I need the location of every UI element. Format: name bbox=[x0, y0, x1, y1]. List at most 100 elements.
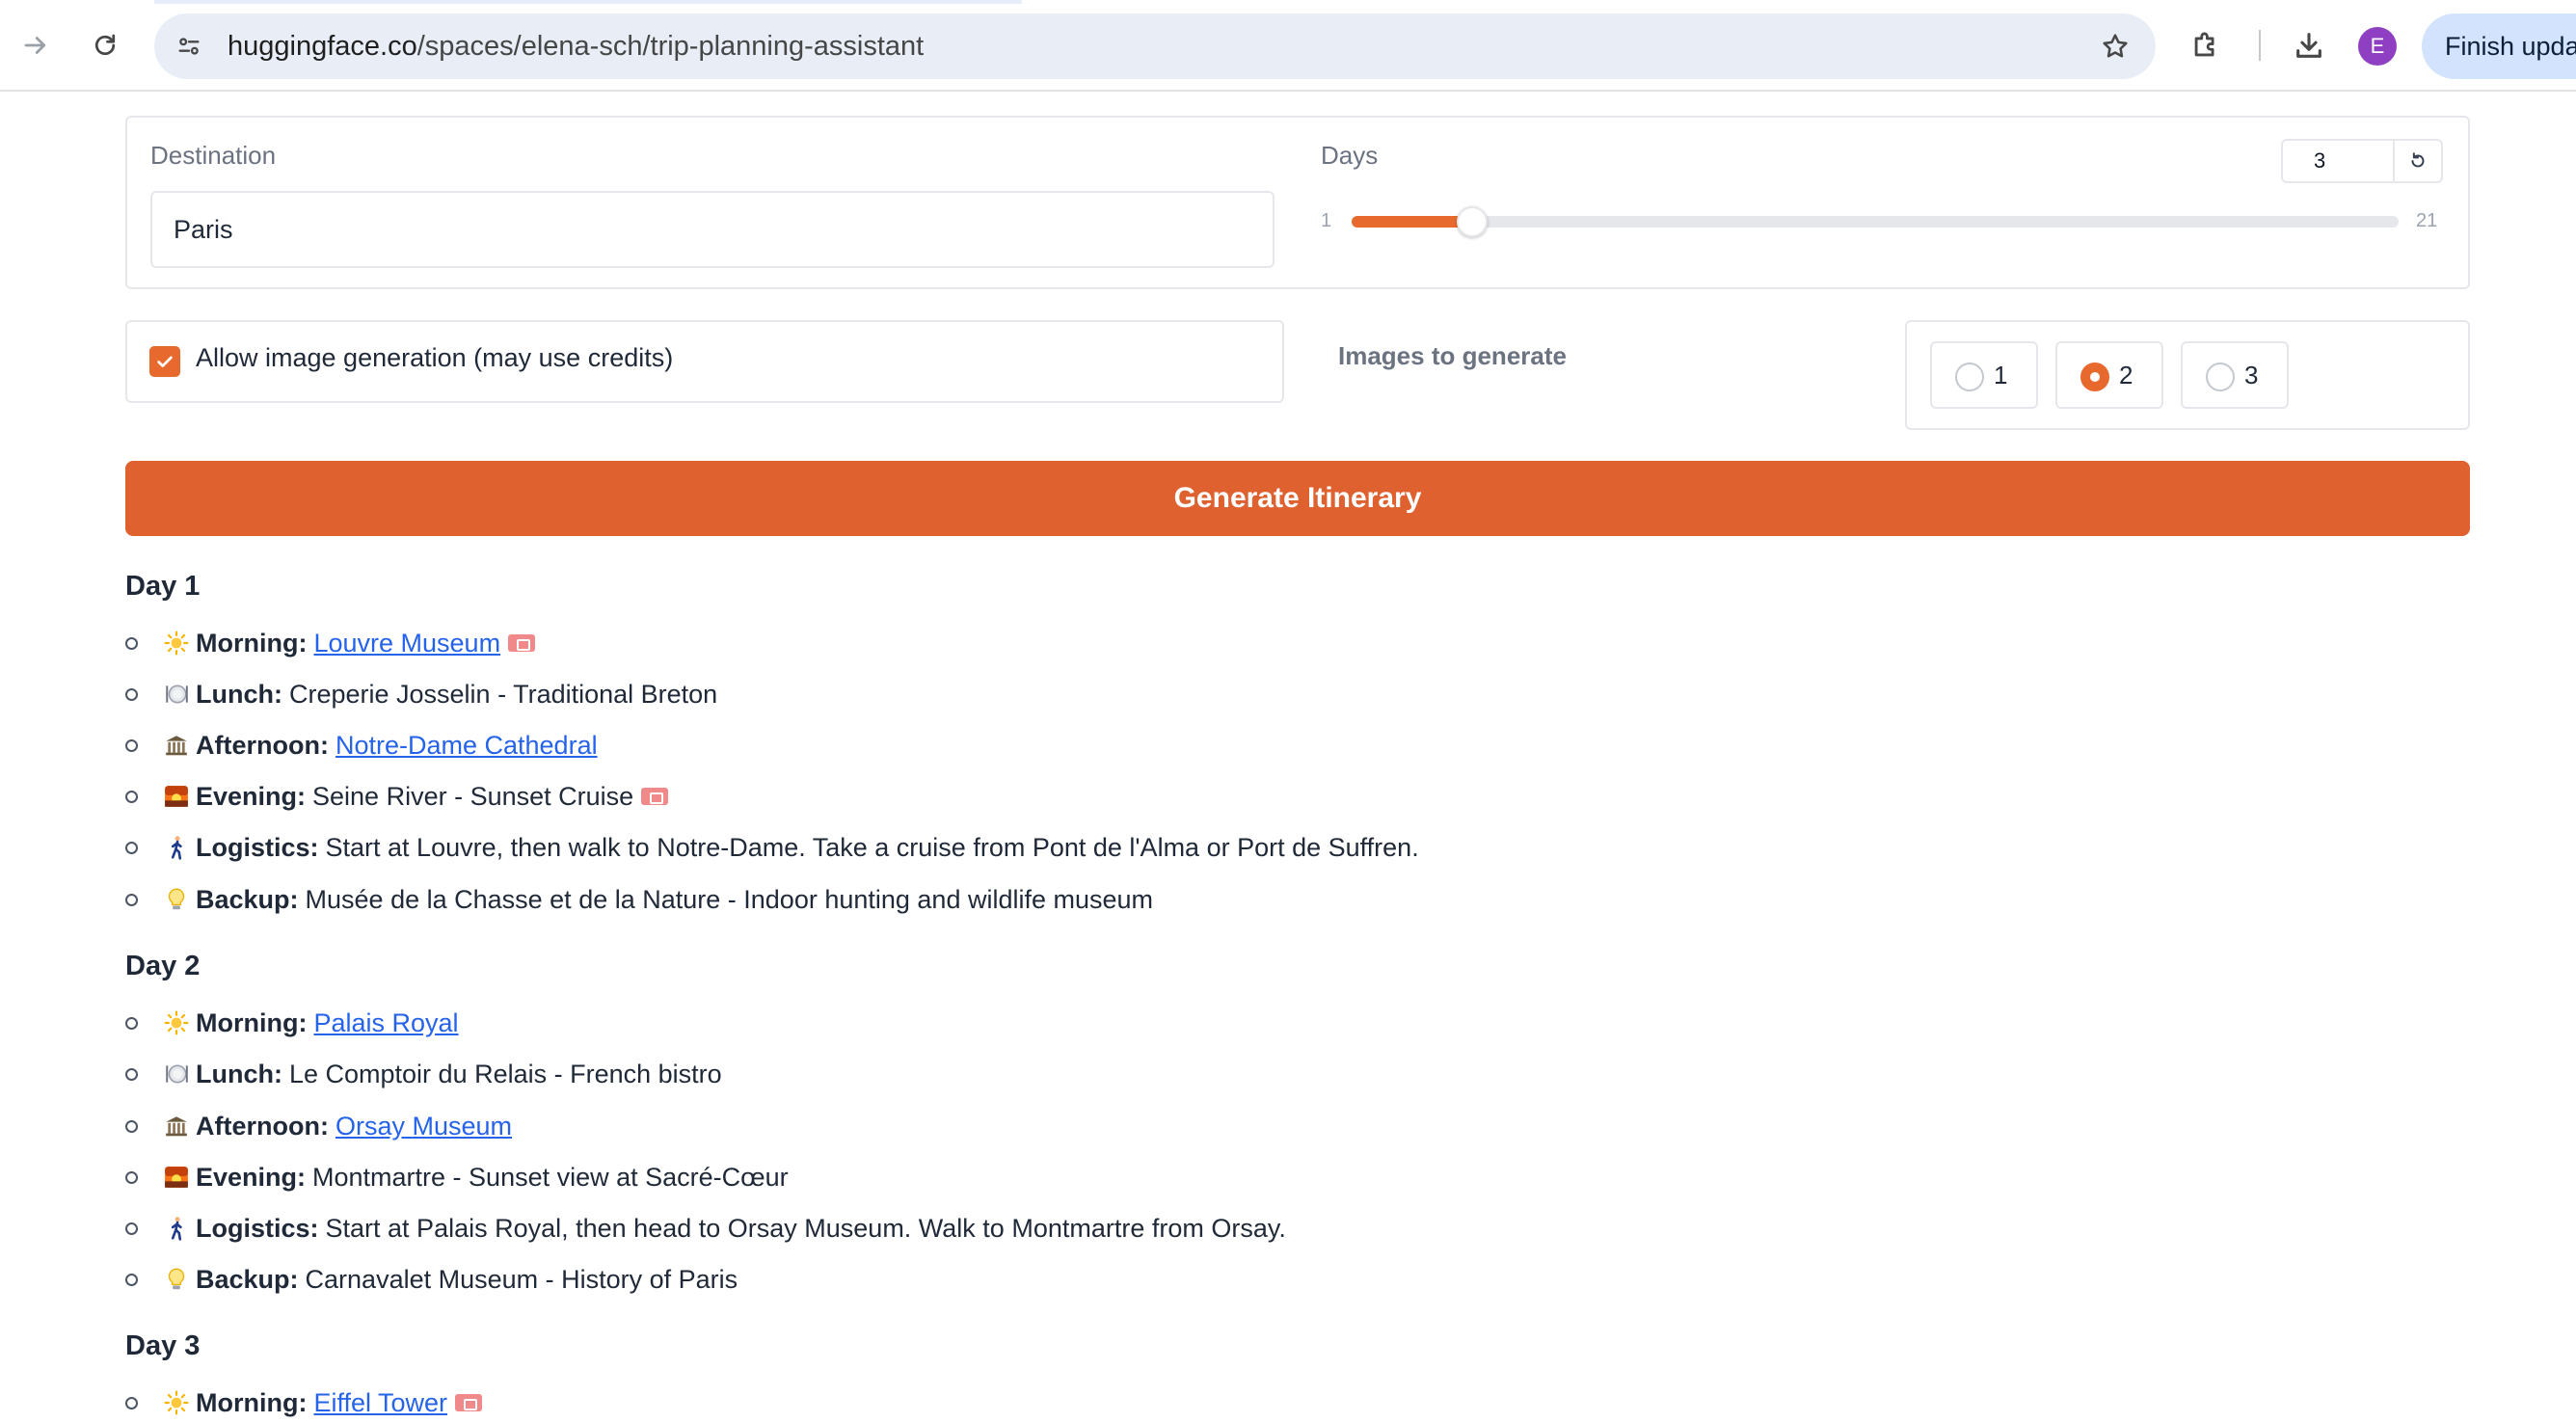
forward-button[interactable] bbox=[12, 21, 60, 69]
walking-icon bbox=[163, 834, 190, 861]
plate-icon bbox=[163, 681, 190, 708]
radio-dot bbox=[1955, 362, 1984, 391]
days-label: Days bbox=[1321, 141, 1379, 170]
ticket-icon bbox=[455, 1394, 483, 1411]
item-text: Start at Louvre, then walk to Notre-Dame… bbox=[325, 832, 1419, 862]
reload-icon bbox=[94, 34, 116, 56]
radio-label: 3 bbox=[2244, 361, 2259, 389]
bullet bbox=[125, 1396, 138, 1410]
radio-option-3[interactable]: 3 bbox=[2181, 341, 2289, 409]
sunset-icon bbox=[163, 1164, 190, 1191]
list-item: Afternoon: Notre-Dame Cathedral bbox=[125, 726, 598, 765]
list-item: Morning: Louvre Museum bbox=[125, 624, 536, 662]
item-label: Afternoon: bbox=[196, 730, 329, 760]
days-slider[interactable] bbox=[1352, 206, 2399, 237]
radio-option-2[interactable]: 2 bbox=[2055, 341, 2163, 409]
reload-button[interactable] bbox=[81, 21, 129, 69]
ticket-icon bbox=[641, 788, 669, 805]
item-label: Lunch: bbox=[196, 1059, 282, 1088]
bullet bbox=[125, 1222, 138, 1235]
allow-images-label[interactable]: Allow image generation (may use credits) bbox=[196, 343, 673, 373]
bullet bbox=[125, 790, 138, 803]
forward-arrow-icon bbox=[24, 37, 46, 54]
item-label: Logistics: bbox=[196, 1213, 319, 1243]
list-item: Evening: Montmartre - Sunset view at Sac… bbox=[125, 1158, 789, 1196]
item-text: Montmartre - Sunset view at Sacré-Cœur bbox=[312, 1162, 789, 1192]
list-item: Morning: Palais Royal bbox=[125, 1004, 459, 1042]
reset-icon bbox=[2411, 152, 2425, 168]
radio-dot bbox=[2206, 362, 2235, 391]
days-slider-min: 1 bbox=[1321, 210, 1332, 231]
day-heading: Day 2 bbox=[125, 951, 201, 981]
sun-icon bbox=[163, 630, 190, 657]
item-text: Creperie Josselin - Traditional Breton bbox=[288, 679, 718, 709]
days-reset-button[interactable] bbox=[2393, 139, 2443, 183]
item-text: Carnavalet Museum - History of Paris bbox=[305, 1264, 738, 1294]
bullet bbox=[125, 841, 138, 854]
bullet bbox=[125, 636, 138, 650]
address-bar[interactable]: huggingface.co/spaces/elena-sch/trip-pla… bbox=[154, 13, 2156, 79]
place-link[interactable]: Palais Royal bbox=[313, 1008, 458, 1038]
place-link[interactable]: Eiffel Tower bbox=[313, 1388, 447, 1418]
list-item: Logistics: Start at Louvre, then walk to… bbox=[125, 828, 1419, 867]
list-item: Lunch: Le Comptoir du Relais - French bi… bbox=[125, 1055, 722, 1093]
days-slider-thumb[interactable] bbox=[1456, 206, 1488, 237]
destination-input[interactable]: Paris bbox=[150, 191, 1275, 268]
radio-label: 2 bbox=[2119, 361, 2133, 389]
checkmark-icon bbox=[157, 356, 173, 367]
item-label: Evening: bbox=[196, 781, 307, 811]
list-item: Morning: Eiffel Tower bbox=[125, 1383, 483, 1422]
item-label: Morning: bbox=[196, 1007, 308, 1037]
radio-option-1[interactable]: 1 bbox=[1930, 341, 2038, 409]
walking-icon bbox=[163, 1215, 190, 1242]
active-tab-indicator bbox=[154, 0, 1022, 4]
item-label: Morning: bbox=[196, 1387, 308, 1417]
bullet bbox=[125, 1119, 138, 1133]
days-slider-max: 21 bbox=[2416, 210, 2438, 231]
bullet bbox=[125, 687, 138, 701]
item-text: Start at Palais Royal, then head to Orsa… bbox=[325, 1213, 1286, 1243]
list-item: Logistics: Start at Palais Royal, then h… bbox=[125, 1209, 1286, 1248]
list-item: Backup: Musée de la Chasse et de la Natu… bbox=[125, 880, 1153, 919]
item-label: Logistics: bbox=[196, 832, 319, 862]
days-slider-fill bbox=[1352, 216, 1472, 228]
generate-itinerary-button[interactable]: Generate Itinerary bbox=[125, 461, 2470, 536]
download-icon[interactable] bbox=[2285, 21, 2333, 69]
browser-toolbar: huggingface.co/spaces/elena-sch/trip-pla… bbox=[0, 0, 2576, 92]
finish-update-button[interactable]: Finish upda bbox=[2422, 13, 2576, 79]
list-item: Afternoon: Orsay Museum bbox=[125, 1107, 512, 1145]
list-item: Backup: Carnavalet Museum - History of P… bbox=[125, 1260, 738, 1299]
bulb-icon bbox=[163, 886, 190, 913]
museum-icon bbox=[163, 1113, 190, 1140]
bullet bbox=[125, 1067, 138, 1081]
bulb-icon bbox=[163, 1266, 190, 1293]
item-label: Evening: bbox=[196, 1162, 307, 1192]
place-link[interactable]: Orsay Museum bbox=[335, 1112, 512, 1141]
bullet bbox=[125, 893, 138, 906]
images-to-generate-label: Images to generate bbox=[1338, 341, 1567, 370]
sun-icon bbox=[163, 1389, 190, 1416]
sun-icon bbox=[163, 1009, 190, 1036]
profile-avatar[interactable]: E bbox=[2358, 27, 2397, 66]
bullet bbox=[125, 1273, 138, 1286]
item-text: Le Comptoir du Relais - French bistro bbox=[288, 1059, 722, 1088]
allow-images-checkbox[interactable] bbox=[149, 346, 180, 377]
ticket-icon bbox=[508, 634, 536, 652]
radio-label: 1 bbox=[1994, 361, 2008, 389]
day-heading: Day 3 bbox=[125, 1330, 201, 1361]
site-settings-icon[interactable] bbox=[172, 29, 206, 64]
sunset-icon bbox=[163, 783, 190, 810]
bullet bbox=[125, 1016, 138, 1030]
bookmark-star-icon[interactable] bbox=[2096, 27, 2134, 66]
item-label: Backup: bbox=[196, 1264, 299, 1294]
item-label: Morning: bbox=[196, 628, 308, 658]
bullet bbox=[125, 1170, 138, 1184]
destination-label: Destination bbox=[150, 141, 277, 170]
bullet bbox=[125, 738, 138, 752]
place-link[interactable]: Louvre Museum bbox=[313, 629, 500, 658]
extensions-icon[interactable] bbox=[2182, 21, 2230, 69]
place-link[interactable]: Notre-Dame Cathedral bbox=[335, 731, 598, 761]
list-item: Lunch: Creperie Josselin - Traditional B… bbox=[125, 675, 717, 713]
day-heading: Day 1 bbox=[125, 571, 201, 602]
museum-icon bbox=[163, 732, 190, 759]
